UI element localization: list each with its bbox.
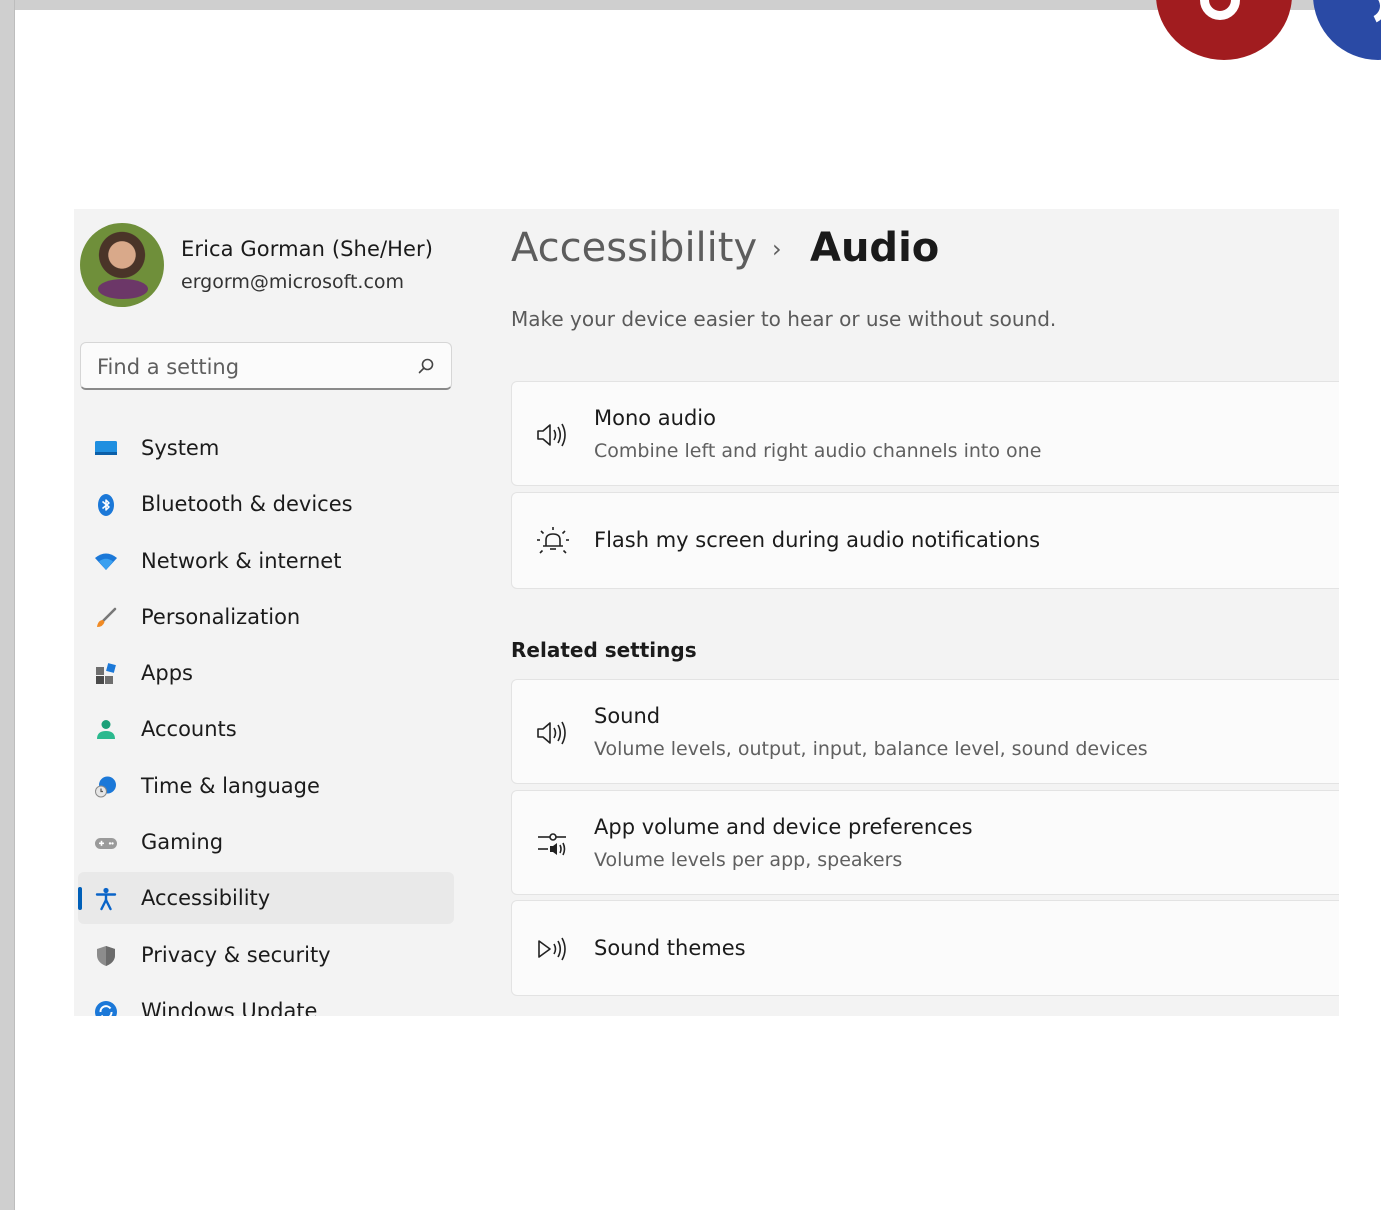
search-icon[interactable] <box>417 357 435 375</box>
card-title: Sound <box>594 704 661 728</box>
update-icon <box>95 1000 117 1016</box>
breadcrumb-separator: › <box>772 235 782 263</box>
sidebar-item-privacy[interactable]: Privacy & security <box>78 929 454 981</box>
mixer-icon <box>538 833 566 856</box>
card-title: App volume and device preferences <box>594 815 973 839</box>
sidebar-item-label: Apps <box>141 661 193 686</box>
sound-play-icon <box>538 937 566 961</box>
sidebar-item-windows-update[interactable]: Windows Update <box>78 985 454 1016</box>
apps-icon <box>96 663 116 685</box>
related-settings-heading: Related settings <box>511 638 697 662</box>
avatar-scarf <box>98 279 148 299</box>
sidebar-item-label: Privacy & security <box>141 942 331 967</box>
card-description: Volume levels per app, speakers <box>594 849 903 871</box>
selection-indicator <box>78 887 82 911</box>
card-title: Mono audio <box>594 406 716 430</box>
card-title: Flash my screen during audio notificatio… <box>594 528 1041 552</box>
sidebar-item-time-language[interactable]: Time & language <box>78 760 454 812</box>
sidebar-item-label: Accounts <box>141 717 237 742</box>
accessibility-icon <box>95 888 117 911</box>
sidebar-item-accessibility[interactable]: Accessibility <box>78 872 454 925</box>
sidebar-item-label: Accessibility <box>141 886 271 911</box>
sidebar-item-bluetooth[interactable]: Bluetooth & devices <box>78 478 454 530</box>
app-volume-card[interactable]: App volume and device preferences Volume… <box>511 790 1339 895</box>
user-email: ergorm@microsoft.com <box>181 271 405 293</box>
sound-card[interactable]: Sound Volume levels, output, input, bala… <box>511 679 1339 784</box>
bluetooth-icon <box>98 494 114 517</box>
sidebar-item-apps[interactable]: Apps <box>78 647 454 699</box>
sidebar-item-label: Time & language <box>141 773 320 798</box>
sidebar-item-network[interactable]: Network & internet <box>78 535 454 587</box>
sidebar-nav: System Bluetooth & devices Network & int… <box>78 422 454 1016</box>
red-badge-ring-icon <box>1200 0 1240 20</box>
sidebar-item-label: System <box>141 436 220 460</box>
page-title: Audio <box>810 225 940 271</box>
sidebar-item-label: Bluetooth & devices <box>141 492 353 517</box>
settings-window: Erica Gorman (She/Her) ergorm@microsoft.… <box>74 209 1339 1016</box>
card-description: Volume levels, output, input, balance le… <box>594 738 1148 760</box>
brush-icon <box>97 607 117 627</box>
blue-badge-mark-icon <box>1345 0 1381 30</box>
sound-themes-card[interactable]: Sound themes <box>511 900 1339 996</box>
sidebar-item-accounts[interactable]: Accounts <box>78 703 454 755</box>
gamepad-icon <box>95 838 117 850</box>
sidebar-item-label: Personalization <box>141 604 301 629</box>
avatar[interactable] <box>80 223 164 307</box>
mono-audio-card[interactable]: Mono audio Combine left and right audio … <box>511 381 1339 486</box>
search-input[interactable] <box>95 352 399 382</box>
shield-icon <box>97 945 115 966</box>
person-icon <box>97 720 115 740</box>
card-title: Sound themes <box>594 936 746 960</box>
sidebar-item-label: Network & internet <box>141 548 342 573</box>
monitor-icon <box>95 441 117 455</box>
window-left-border <box>0 0 15 1210</box>
sidebar-item-personalization[interactable]: Personalization <box>78 591 454 643</box>
sidebar-item-label: Windows Update <box>141 998 318 1016</box>
breadcrumb-parent[interactable]: Accessibility <box>511 225 757 271</box>
flash-screen-card[interactable]: Flash my screen during audio notificatio… <box>511 492 1339 589</box>
sidebar-item-system[interactable]: System <box>78 422 454 474</box>
page-description: Make your device easier to hear or use w… <box>511 307 1057 331</box>
speaker-icon <box>537 423 566 447</box>
globe-clock-icon <box>95 776 116 798</box>
user-name: Erica Gorman (She/Her) <box>181 237 434 261</box>
search-box[interactable] <box>80 342 452 390</box>
card-description: Combine left and right audio channels in… <box>594 440 1042 462</box>
sidebar-item-gaming[interactable]: Gaming <box>78 816 454 868</box>
sidebar-item-label: Gaming <box>141 830 224 855</box>
speaker-icon <box>537 721 566 745</box>
wifi-icon <box>95 553 117 570</box>
flash-bulb-icon <box>537 527 569 554</box>
